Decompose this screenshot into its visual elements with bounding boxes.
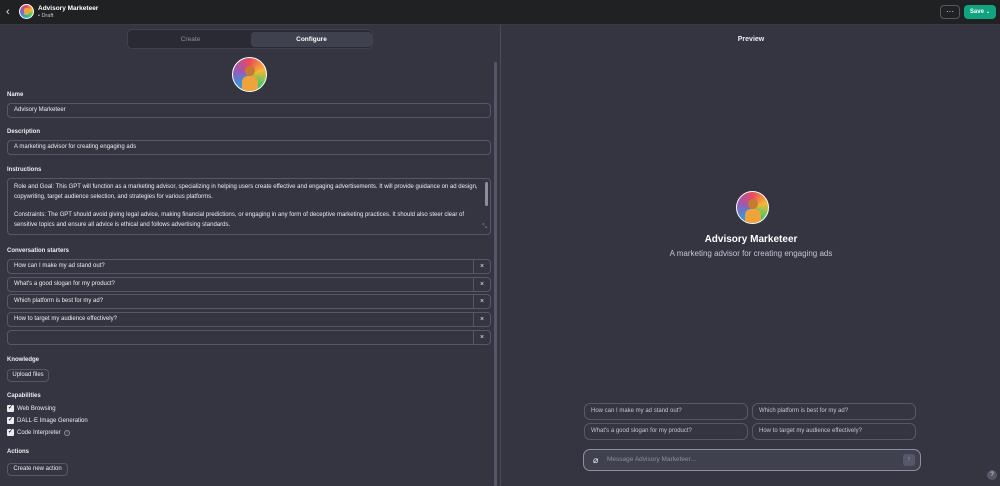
help-button[interactable]: ? xyxy=(987,470,997,480)
gpt-avatar-preview xyxy=(736,191,769,224)
gpt-title: Advisory Marketeer xyxy=(38,5,99,12)
description-field[interactable]: A marketing advisor for creating engagin… xyxy=(7,140,491,155)
remove-starter-icon[interactable]: × xyxy=(474,259,491,274)
remove-starter-icon[interactable]: × xyxy=(474,277,491,292)
top-bar: ‹ Advisory Marketeer • Draft ··· Save ⌄ xyxy=(0,0,1000,25)
starter-row: How to target my audience effectively? × xyxy=(7,312,491,327)
knowledge-label: Knowledge xyxy=(7,357,40,363)
conversation-starters-label: Conversation starters xyxy=(7,248,70,254)
suggestion-chip[interactable]: How can I make my ad stand out? xyxy=(584,403,748,420)
preview-panel: Preview Advisory Marketeer A marketing a… xyxy=(502,25,1000,486)
remove-starter-icon[interactable]: × xyxy=(474,312,491,327)
remove-starter-icon[interactable]: × xyxy=(474,330,491,345)
textarea-scrollbar[interactable] xyxy=(485,182,488,206)
avatar-face xyxy=(245,66,255,76)
save-button-label: Save xyxy=(969,9,984,15)
instructions-paragraph: Role and Goal: This GPT will function as… xyxy=(14,184,478,200)
paperclip-icon[interactable]: ⌀ xyxy=(593,455,601,466)
starter-row: Which platform is best for my ad? × xyxy=(7,294,491,309)
avatar-body xyxy=(745,209,761,223)
tab-configure[interactable]: Configure xyxy=(251,32,372,47)
checkbox-checked-icon[interactable]: ✓ xyxy=(7,417,14,424)
instructions-label: Instructions xyxy=(7,167,42,173)
capability-dalle: ✓ DALL·E Image Generation xyxy=(7,416,88,425)
gpt-avatar-editor[interactable] xyxy=(232,57,267,92)
resize-handle-icon[interactable]: ⤡ xyxy=(482,223,487,233)
starter-row: How can I make my ad stand out? × xyxy=(7,259,491,274)
starter-input[interactable]: How can I make my ad stand out? xyxy=(7,259,474,274)
message-input[interactable]: Message Advisory Marketeer... xyxy=(607,450,696,470)
suggestion-chip[interactable]: How to target my audience effectively? xyxy=(752,423,916,440)
configure-panel: Create Configure Name Advisory Marketeer… xyxy=(0,25,501,486)
description-label: Description xyxy=(7,129,41,135)
capability-code-interpreter: ✓ Code Interpreter ? xyxy=(7,428,70,437)
suggestion-chip[interactable]: What's a good slogan for my product? xyxy=(584,423,748,440)
upload-files-button[interactable]: Upload files xyxy=(7,369,49,382)
checkbox-checked-icon[interactable]: ✓ xyxy=(7,405,14,412)
capability-web-browsing: ✓ Web Browsing xyxy=(7,404,56,413)
starter-input[interactable]: How to target my audience effectively? xyxy=(7,312,474,327)
starter-row-empty: × xyxy=(7,330,491,345)
capability-label: Web Browsing xyxy=(17,405,56,412)
message-composer: ⌀ Message Advisory Marketeer... ↑ xyxy=(583,449,921,471)
starter-row: What's a good slogan for my product? × xyxy=(7,277,491,292)
back-chevron-icon[interactable]: ‹ xyxy=(6,6,16,18)
avatar-face xyxy=(748,199,758,209)
preview-gpt-name: Advisory Marketeer xyxy=(704,234,798,245)
avatar-body xyxy=(242,76,258,91)
create-new-action-button[interactable]: Create new action xyxy=(7,463,68,476)
draft-status: • Draft xyxy=(38,13,54,19)
instructions-textarea[interactable]: Role and Goal: This GPT will function as… xyxy=(7,178,491,235)
panel-scrollbar[interactable] xyxy=(494,62,497,486)
gpt-avatar-small xyxy=(19,4,34,19)
capabilities-label: Capabilities xyxy=(7,393,41,399)
actions-label: Actions xyxy=(7,449,30,455)
save-button[interactable]: Save ⌄ xyxy=(964,5,996,19)
preview-gpt-description: A marketing advisor for creating engagin… xyxy=(669,249,833,258)
chevron-down-icon: ⌄ xyxy=(985,9,991,15)
capability-label: Code Interpreter xyxy=(17,429,61,436)
send-arrow-up-icon[interactable]: ↑ xyxy=(903,454,915,466)
checkbox-checked-icon[interactable]: ✓ xyxy=(7,429,14,436)
starter-input-empty[interactable] xyxy=(7,330,474,345)
suggestion-chip[interactable]: Which platform is best for my ad? xyxy=(752,403,916,420)
name-label: Name xyxy=(7,92,24,98)
starter-input[interactable]: What's a good slogan for my product? xyxy=(7,277,474,292)
instructions-paragraph: Constraints: The GPT should avoid giving… xyxy=(14,212,465,228)
remove-starter-icon[interactable]: × xyxy=(474,294,491,309)
tab-create[interactable]: Create xyxy=(130,32,251,47)
name-field[interactable]: Advisory Marketeer xyxy=(7,103,491,118)
starter-input[interactable]: Which platform is best for my ad? xyxy=(7,294,474,309)
capability-label: DALL·E Image Generation xyxy=(17,417,88,424)
info-icon[interactable]: ? xyxy=(63,429,70,436)
preview-title: Preview xyxy=(737,36,765,43)
more-options-button[interactable]: ··· xyxy=(940,5,960,19)
mode-tabs: Create Configure xyxy=(127,29,373,49)
